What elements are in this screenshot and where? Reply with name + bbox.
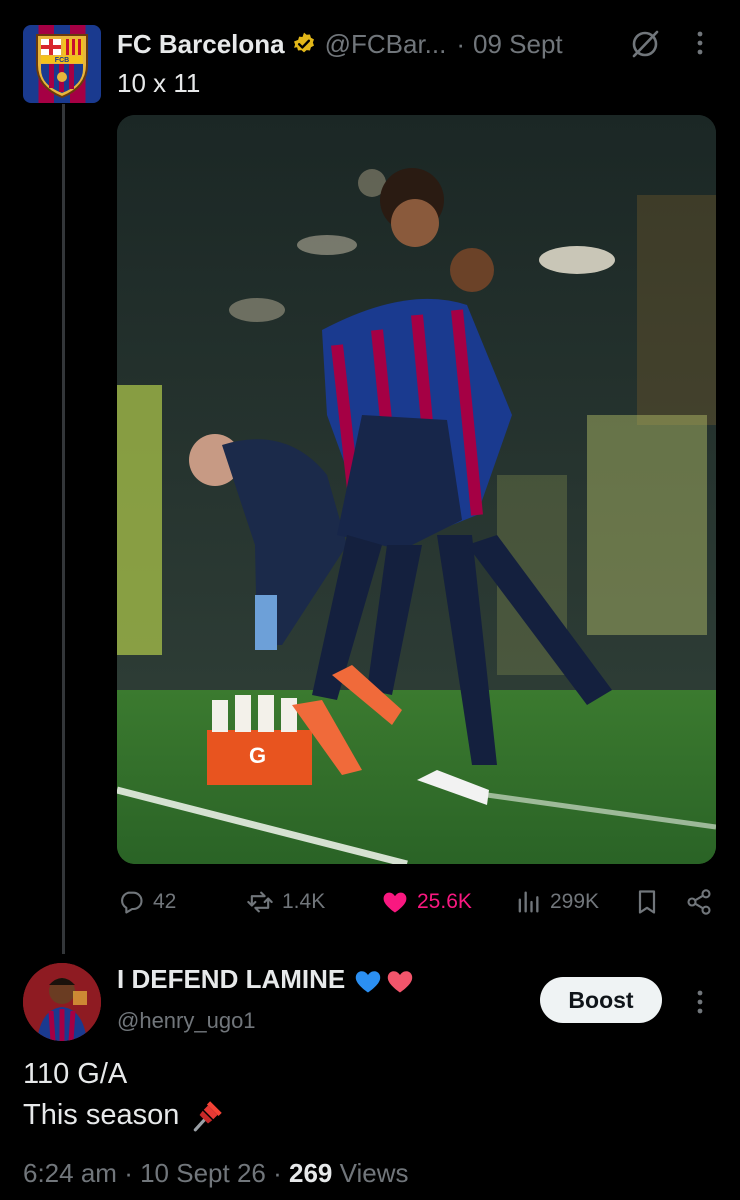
- reply-date: 10 Sept 26: [140, 1158, 266, 1188]
- views-count: 299K: [550, 890, 600, 913]
- henry-ugo-avatar[interactable]: [23, 963, 101, 1041]
- svg-text:FCB: FCB: [55, 57, 69, 64]
- user-avatar-illustration: [23, 963, 101, 1041]
- post-text: 10 x 11: [117, 68, 201, 98]
- reply-text-line-1: 110 G/A: [23, 1058, 128, 1090]
- reply-text-line-2: This season: [23, 1098, 180, 1131]
- author-handle[interactable]: @FCBar...: [325, 29, 447, 60]
- more-icon[interactable]: [688, 26, 712, 60]
- fc-barcelona-avatar[interactable]: FCB: [23, 25, 101, 103]
- grok-icon[interactable]: [628, 27, 662, 61]
- like-action[interactable]: 25.6K: [381, 885, 472, 919]
- thread-connector: [62, 104, 65, 954]
- post-author-row: FC Barcelona @FCBar... · 09 Sept: [117, 28, 563, 60]
- repost-action[interactable]: 1.4K: [246, 885, 325, 919]
- reply-author-handle[interactable]: @henry_ugo1: [117, 1008, 256, 1034]
- like-count: 25.6K: [417, 890, 472, 913]
- author-name[interactable]: FC Barcelona: [117, 29, 285, 60]
- boost-button[interactable]: Boost: [540, 977, 662, 1023]
- reply-meta: 6:24 am · 10 Sept 26 · 269 Views: [23, 1158, 409, 1189]
- share-icon: [687, 889, 711, 915]
- repost-count: 1.4K: [282, 890, 326, 913]
- reply-text-line-2-row: This season: [23, 1096, 227, 1134]
- repost-icon: [247, 891, 273, 913]
- meta-separator: ·: [124, 1158, 133, 1188]
- reply-count: 42: [153, 890, 177, 913]
- post-photo[interactable]: G: [117, 115, 716, 864]
- bookmark-action[interactable]: [633, 885, 669, 919]
- reply-time: 6:24 am: [23, 1158, 117, 1188]
- reply-action[interactable]: 42: [117, 885, 176, 919]
- celebration-photo-illustration: G: [117, 115, 716, 864]
- verified-badge-icon: [293, 32, 314, 53]
- views-icon: [518, 891, 539, 913]
- reply-views-label[interactable]: Views: [340, 1158, 409, 1188]
- post-date[interactable]: 09 Sept: [473, 29, 563, 60]
- reply-author-row: I DEFEND LAMINE: [117, 964, 415, 995]
- red-heart-emoji: [388, 970, 413, 992]
- share-action[interactable]: [685, 885, 721, 919]
- svg-text:G: G: [249, 743, 266, 768]
- reply-views-count[interactable]: 269: [289, 1158, 332, 1188]
- separator-dot: ·: [456, 28, 466, 59]
- reply-author-name[interactable]: I DEFEND LAMINE: [117, 964, 345, 995]
- fc-barcelona-crest-icon: FCB: [36, 34, 88, 99]
- views-action[interactable]: 299K: [514, 885, 599, 919]
- more-icon[interactable]: [688, 985, 712, 1019]
- meta-separator: ·: [273, 1158, 282, 1188]
- pushpin-emoji: [194, 1101, 223, 1132]
- bookmark-icon: [638, 890, 656, 914]
- blue-heart-emoji: [356, 970, 381, 992]
- heart-icon: [383, 892, 407, 913]
- reply-icon: [121, 891, 143, 914]
